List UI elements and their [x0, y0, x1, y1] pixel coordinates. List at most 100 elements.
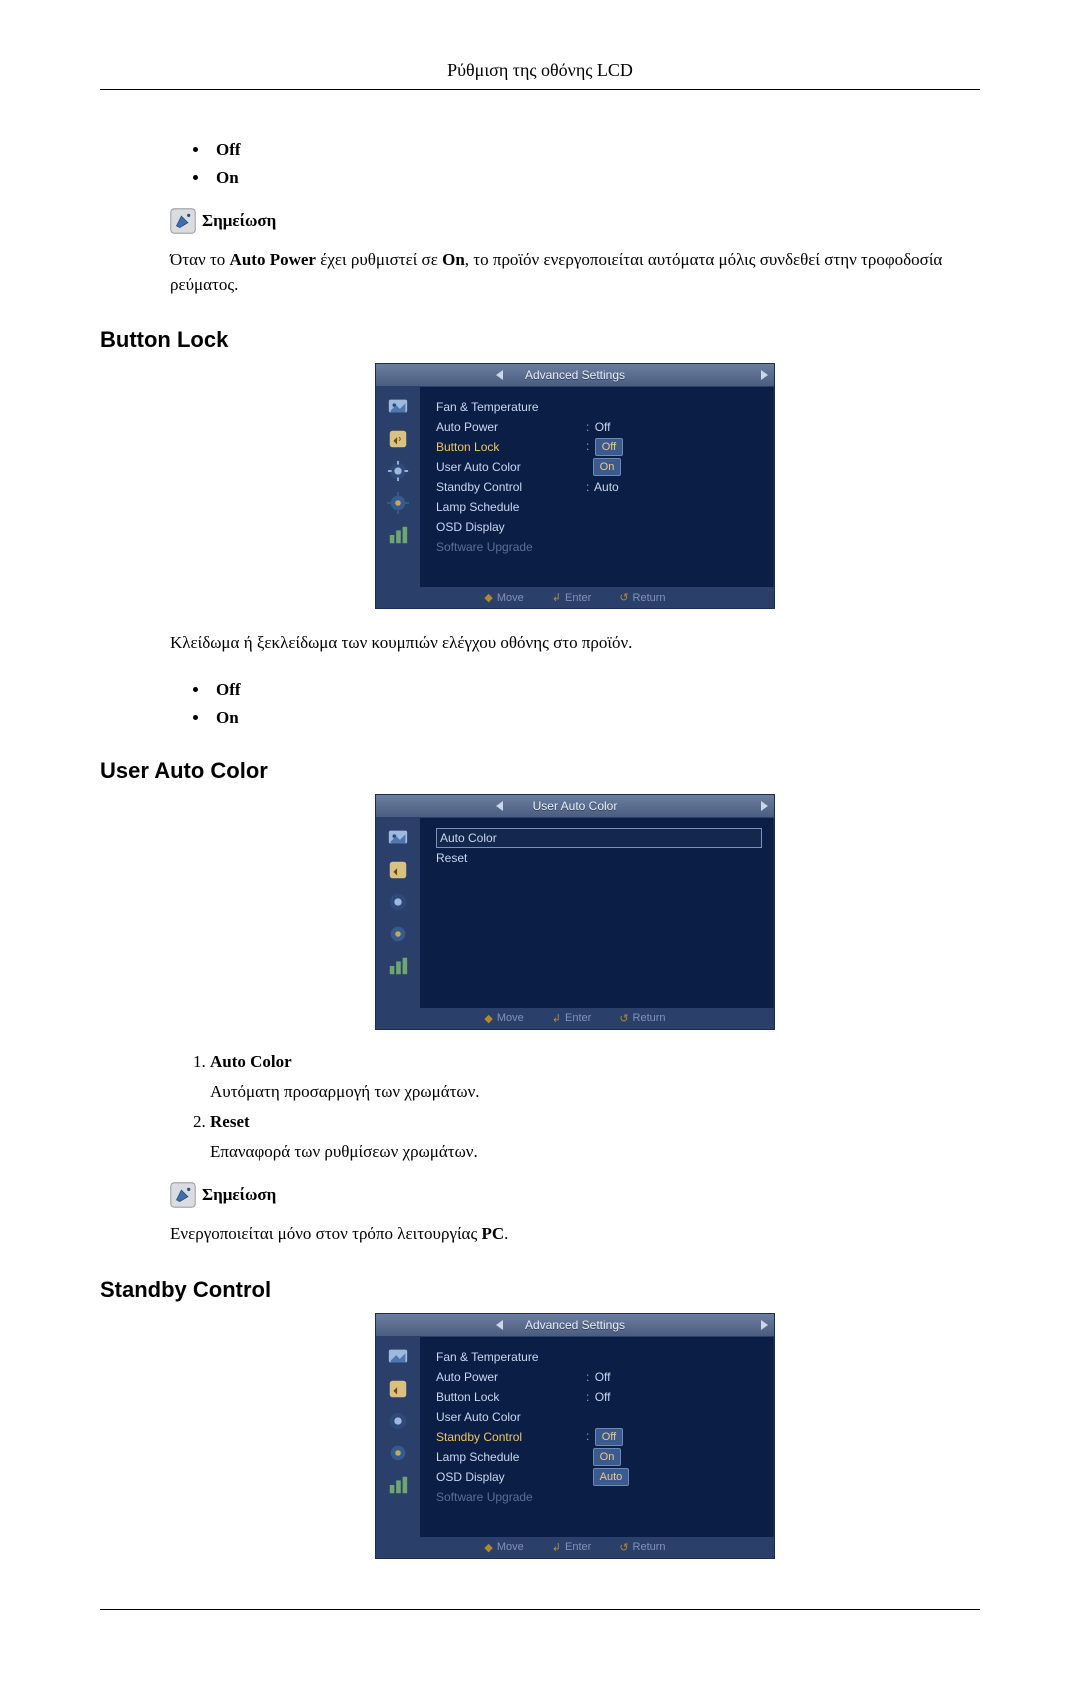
option-off: Off: [210, 680, 980, 700]
osd-val: : Off: [586, 438, 623, 456]
osd-val: : Off: [586, 1428, 623, 1446]
osd-item: Reset: [436, 851, 586, 865]
setup-icon: [383, 1407, 413, 1435]
osd-footer: ◆Move ↲Enter ↺Return: [376, 1008, 774, 1029]
sound-icon: [383, 425, 413, 453]
osd-val: : Off: [586, 1390, 610, 1404]
osd-item: OSD Display: [436, 1470, 586, 1484]
osd-item: User Auto Color: [436, 460, 586, 474]
return-hint: ↺Return: [619, 1541, 665, 1554]
option-on: On: [210, 708, 980, 728]
osd-title: Advanced Settings: [376, 1314, 774, 1337]
osd-item: Lamp Schedule: [436, 1450, 586, 1464]
osd-item: Fan & Temperature: [436, 1350, 586, 1364]
osd-val: : Off: [586, 1370, 610, 1384]
list-item: Auto Color Αυτόματη προσαρμογή των χρωμά…: [210, 1052, 980, 1102]
note-row: Σημείωση: [170, 1182, 980, 1208]
gear-icon: [383, 1439, 413, 1467]
osd-item: Standby Control: [436, 1430, 586, 1444]
auto-power-options: Off On: [170, 140, 980, 188]
note-label: Σημείωση: [202, 1185, 276, 1205]
osd-item: Button Lock: [436, 1390, 586, 1404]
t: Auto Power: [230, 250, 316, 269]
osd-standby-control: Advanced Settings Fan & Temperature Auto…: [170, 1313, 980, 1559]
osd-title: Advanced Settings: [376, 364, 774, 387]
osd-item: Auto Color: [440, 831, 590, 845]
heading-user-auto-color: User Auto Color: [100, 758, 980, 784]
note-text: Ενεργοποιείται μόνο στον τρόπο λειτουργί…: [170, 1222, 980, 1247]
setup-icon: [383, 457, 413, 485]
osd-val: On: [586, 458, 621, 476]
option-on: On: [210, 168, 980, 188]
page-header: Ρύθμιση της οθόνης LCD: [100, 60, 980, 81]
osd-menu: Fan & Temperature Auto Power: Off Button…: [420, 1337, 774, 1537]
note-icon: [170, 1182, 196, 1208]
osd-button-lock: Advanced Settings Fan & Temperature Auto…: [170, 363, 980, 609]
note-label: Σημείωση: [202, 211, 276, 231]
move-hint: ◆Move: [484, 591, 523, 604]
return-hint: ↺Return: [619, 591, 665, 604]
t: On: [442, 250, 465, 269]
button-lock-options: Off On: [170, 680, 980, 728]
sound-icon: [383, 1375, 413, 1403]
osd-menu: Auto Color Reset: [420, 818, 774, 1008]
enter-hint: ↲Enter: [552, 1541, 592, 1554]
osd-item: Software Upgrade: [436, 1490, 586, 1504]
osd-footer: ◆Move ↲Enter ↺Return: [376, 1537, 774, 1558]
term: Auto Color: [210, 1052, 292, 1071]
osd-val: Auto: [586, 1468, 629, 1486]
enter-hint: ↲Enter: [552, 591, 592, 604]
osd-val: On: [586, 1448, 621, 1466]
osd-item: Lamp Schedule: [436, 500, 586, 514]
t: Όταν το: [170, 250, 230, 269]
osd-item: User Auto Color: [436, 1410, 586, 1424]
picture-icon: [383, 1343, 413, 1371]
button-lock-desc: Κλείδωμα ή ξεκλείδωμα των κουμπιών ελέγχ…: [170, 631, 980, 656]
heading-button-lock: Button Lock: [100, 327, 980, 353]
list-item: Reset Επαναφορά των ρυθμίσεων χρωμάτων.: [210, 1112, 980, 1162]
header-rule: [100, 89, 980, 90]
note-text: Όταν το Auto Power έχει ρυθμιστεί σε On,…: [170, 248, 980, 297]
osd-item: Button Lock: [436, 440, 586, 454]
desc: Επαναφορά των ρυθμίσεων χρωμάτων.: [210, 1142, 980, 1162]
osd-val: : Auto: [586, 480, 619, 494]
osd-menu: Fan & Temperature Auto Power: Off Button…: [420, 387, 774, 587]
note-row: Σημείωση: [170, 208, 980, 234]
gear-icon: [383, 920, 413, 948]
setup-icon: [383, 888, 413, 916]
osd-item: OSD Display: [436, 520, 586, 534]
user-auto-color-list: Auto Color Αυτόματη προσαρμογή των χρωμά…: [170, 1052, 980, 1162]
t: Ενεργοποιείται μόνο στον τρόπο λειτουργί…: [170, 1224, 481, 1243]
enter-hint: ↲Enter: [552, 1012, 592, 1025]
osd-item: Standby Control: [436, 480, 586, 494]
osd-footer: ◆Move ↲Enter ↺Return: [376, 587, 774, 608]
heading-standby-control: Standby Control: [100, 1277, 980, 1303]
footer-rule: [100, 1609, 980, 1610]
osd-sidebar: [376, 1337, 420, 1537]
picture-icon: [383, 824, 413, 852]
osd-item: Auto Power: [436, 420, 586, 434]
osd-item: Fan & Temperature: [436, 400, 586, 414]
t: έχει ρυθμιστεί σε: [316, 250, 442, 269]
picture-icon: [383, 393, 413, 421]
osd-sidebar: [376, 818, 420, 1008]
move-hint: ◆Move: [484, 1012, 523, 1025]
desc: Αυτόματη προσαρμογή των χρωμάτων.: [210, 1082, 980, 1102]
multi-icon: [383, 1471, 413, 1499]
return-hint: ↺Return: [619, 1012, 665, 1025]
term: Reset: [210, 1112, 250, 1131]
osd-item: Software Upgrade: [436, 540, 586, 554]
multi-icon: [383, 521, 413, 549]
osd-sidebar: [376, 387, 420, 587]
note-icon: [170, 208, 196, 234]
osd-user-auto-color: User Auto Color Auto Color Reset: [170, 794, 980, 1030]
move-hint: ◆Move: [484, 1541, 523, 1554]
osd-item: Auto Power: [436, 1370, 586, 1384]
osd-title: User Auto Color: [376, 795, 774, 818]
sound-icon: [383, 856, 413, 884]
gear-icon: [383, 489, 413, 517]
multi-icon: [383, 952, 413, 980]
osd-val: : Off: [586, 420, 610, 434]
option-off: Off: [210, 140, 980, 160]
t: PC: [481, 1224, 504, 1243]
